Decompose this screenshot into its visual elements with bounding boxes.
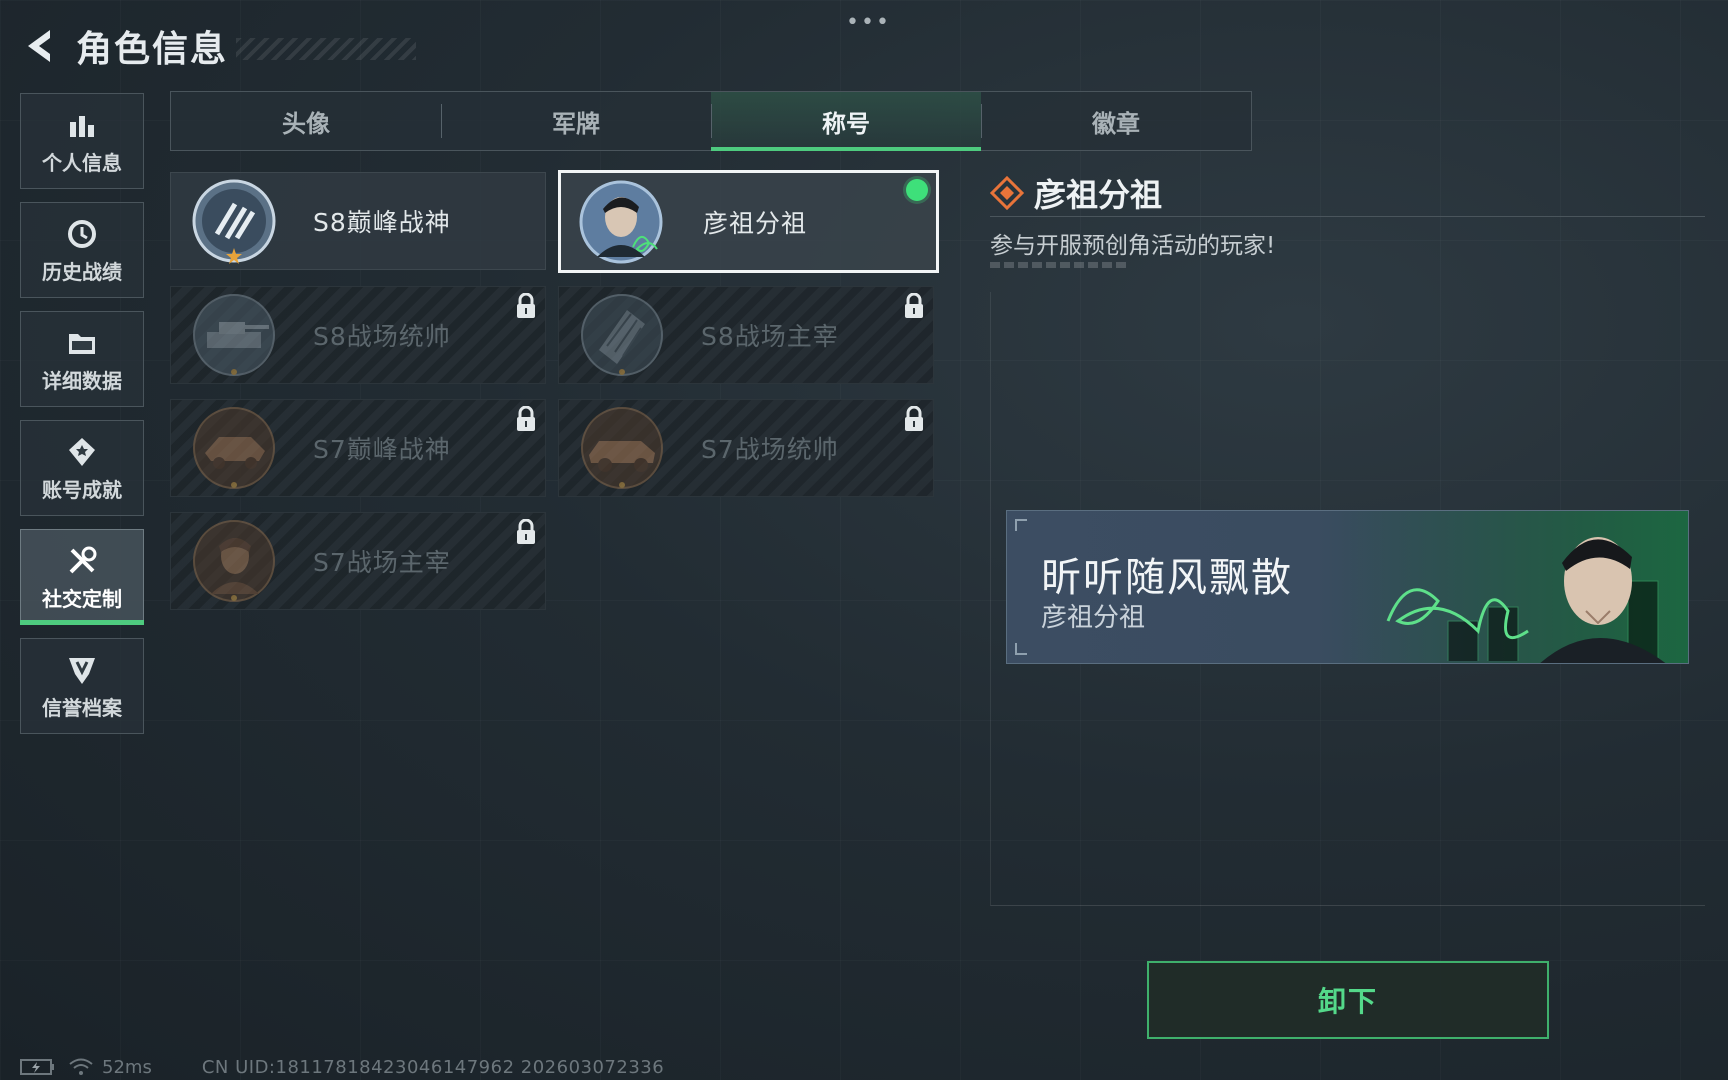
more-menu-button[interactable]: ••• <box>846 10 891 35</box>
clock-history-icon <box>64 216 100 252</box>
banner-player-name: 昕听随风飘散 <box>1041 555 1293 601</box>
bar-chart-icon <box>64 107 100 143</box>
detail-decoration <box>990 262 1126 268</box>
sidebar-item-label: 个人信息 <box>42 150 122 175</box>
user-uid: CN UID:1811781842304614796​2 20260307233… <box>201 1056 665 1078</box>
lock-icon <box>517 406 535 431</box>
tank-emblem <box>193 294 275 376</box>
title-card-s7-commander[interactable]: S7战场统帅 <box>558 399 934 497</box>
sidebar-item-label: 社交定制 <box>42 586 122 611</box>
tab-badge[interactable]: 徽章 <box>981 92 1251 150</box>
lock-icon <box>517 519 535 544</box>
title-card-s7-peak[interactable]: S7巅峰战神 <box>170 399 546 497</box>
detail-description: 参与开服预创角活动的玩家! <box>990 233 1276 259</box>
tab-dog-tag[interactable]: 军牌 <box>441 92 711 150</box>
title-name: S7巅峰战神 <box>313 435 451 464</box>
lock-icon <box>517 293 535 318</box>
ping-value: 52ms <box>102 1056 152 1078</box>
back-arrow-icon <box>28 30 50 62</box>
title-name: 彦祖分祖 <box>703 208 808 238</box>
portrait-emblem <box>579 180 663 263</box>
tab-title[interactable]: 称号 <box>711 92 981 151</box>
sidebar-item-label: 详细数据 <box>42 368 122 393</box>
title-decoration <box>236 38 417 60</box>
portrait-art-icon <box>1328 511 1688 663</box>
lock-icon <box>905 406 923 431</box>
back-button[interactable] <box>18 24 62 68</box>
corner-mark <box>1015 519 1027 531</box>
status-bar: 52ms CN UID:1811781842304614796​2 202603… <box>20 1056 664 1078</box>
lock-icon <box>905 293 923 318</box>
sidebar-item-achievements[interactable]: 账号成就 <box>20 420 144 516</box>
equipped-indicator <box>906 179 928 201</box>
category-tabs: 头像 军牌 称号 徽章 <box>170 91 1252 151</box>
title-card-yanzu[interactable]: 彦祖分祖 <box>558 170 939 273</box>
sidebar-item-label: 历史战绩 <box>42 259 122 284</box>
sidebar: 个人信息 历史战绩 详细数据 账号成就 社交定制 信誉档案 <box>20 93 144 747</box>
divider <box>990 216 1705 217</box>
medal-icon <box>64 434 100 470</box>
title-card-s8-dominator[interactable]: S8战场主宰 <box>558 286 934 384</box>
title-name: S7战场主宰 <box>313 548 451 577</box>
title-name: S8战场主宰 <box>701 322 839 351</box>
sidebar-item-history[interactable]: 历史战绩 <box>20 202 144 298</box>
title-card-s8-commander[interactable]: S8战场统帅 <box>170 286 546 384</box>
title-card-s7-dominator[interactable]: S7战场主宰 <box>170 512 546 610</box>
s8-peak-emblem <box>192 179 276 264</box>
wifi-icon <box>69 1058 93 1075</box>
title-diamond-icon <box>990 176 1024 210</box>
shield-badge-icon <box>64 652 100 688</box>
sidebar-item-label: 账号成就 <box>42 477 122 502</box>
banner-title-name: 彦祖分祖 <box>1041 603 1146 633</box>
page-title: 角色信息 <box>76 29 229 70</box>
soldier-emblem <box>193 520 275 602</box>
unequip-label: 卸下 <box>1317 985 1378 1018</box>
title-name: S7战场统帅 <box>701 435 839 464</box>
detail-header: 彦祖分祖 <box>990 170 1162 216</box>
sidebar-item-credit[interactable]: 信誉档案 <box>20 638 144 734</box>
sidebar-item-details[interactable]: 详细数据 <box>20 311 144 407</box>
sidebar-item-label: 信誉档案 <box>42 695 122 720</box>
title-card-s8-peak[interactable]: S8巅峰战神 <box>170 172 546 270</box>
tools-icon <box>64 543 100 579</box>
header: 角色信息 <box>18 18 417 74</box>
sidebar-item-personal-info[interactable]: 个人信息 <box>20 93 144 189</box>
tower-emblem <box>581 294 663 376</box>
corner-mark <box>1015 643 1027 655</box>
folder-icon <box>64 325 100 361</box>
title-banner-preview: 昕听随风飘散 彦祖分祖 <box>1006 510 1689 664</box>
vehicle-emblem <box>193 407 275 489</box>
tab-avatar[interactable]: 头像 <box>171 92 441 150</box>
unequip-button[interactable]: 卸下 <box>1147 961 1549 1039</box>
title-name: S8巅峰战神 <box>313 208 451 237</box>
detail-title: 彦祖分祖 <box>1034 176 1163 214</box>
title-name: S8战场统帅 <box>313 322 451 351</box>
battery-icon <box>20 1059 54 1075</box>
sidebar-item-social-custom[interactable]: 社交定制 <box>20 529 144 625</box>
car-emblem <box>581 407 663 489</box>
